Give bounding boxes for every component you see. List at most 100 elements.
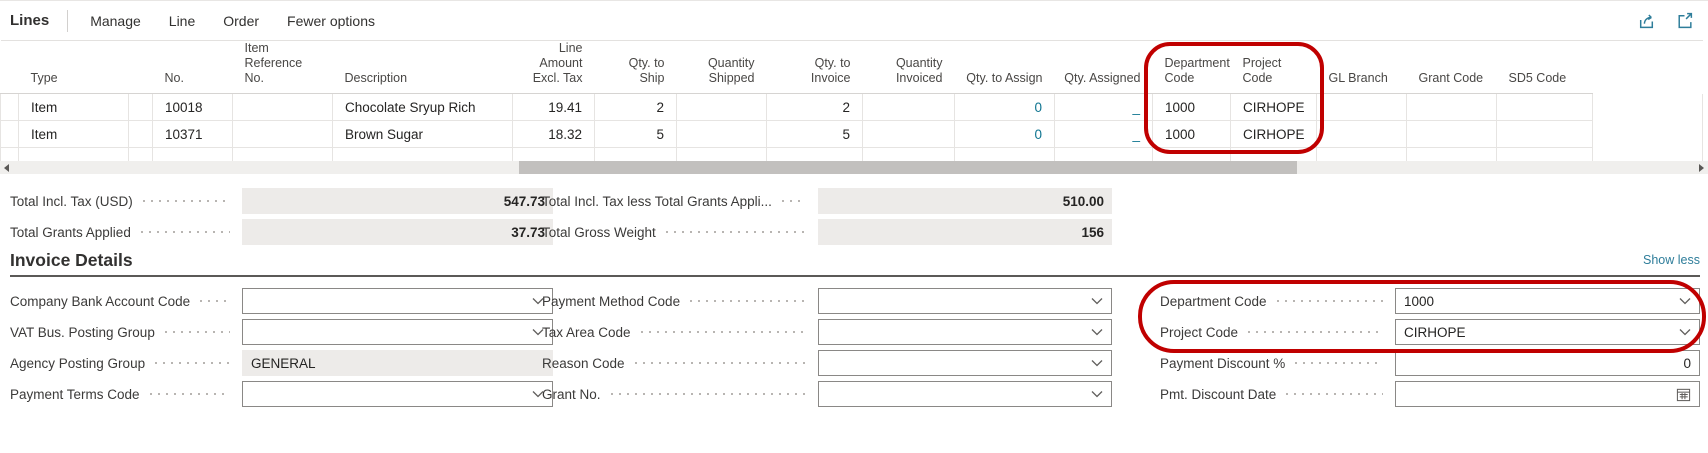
cell-filler bbox=[1592, 93, 1703, 121]
menu-order[interactable]: Order bbox=[223, 13, 259, 29]
cell-description[interactable]: Chocolate Sryup Rich bbox=[332, 93, 513, 121]
cell-quantity-shipped[interactable] bbox=[676, 93, 767, 121]
dotted-leader bbox=[1286, 393, 1383, 395]
row-selector-cell[interactable] bbox=[0, 93, 19, 121]
project-code-input[interactable]: CIRHOPE bbox=[1395, 319, 1700, 345]
cell-grant-code[interactable] bbox=[1406, 120, 1497, 148]
chevron-down-icon bbox=[1091, 359, 1103, 367]
cell-gl-branch[interactable] bbox=[1316, 93, 1407, 121]
table-header-row: Type No. Item Reference No. Description … bbox=[0, 40, 1703, 94]
menu-fewer-options[interactable]: Fewer options bbox=[287, 13, 375, 29]
field-reason-code: Reason Code bbox=[542, 350, 1112, 376]
col-item-reference-no[interactable]: Item Reference No. bbox=[232, 40, 333, 94]
total-grants-applied-row: Total Grants Applied 37.73 bbox=[10, 219, 553, 245]
cell-item-reference-no[interactable] bbox=[232, 93, 333, 121]
menu-manage[interactable]: Manage bbox=[90, 13, 141, 29]
cell-grant-code[interactable] bbox=[1406, 93, 1497, 121]
col-quantity-invoiced[interactable]: Quantity Invoiced bbox=[862, 40, 955, 94]
field-label: Department Code bbox=[1160, 293, 1267, 309]
cell-expand[interactable] bbox=[128, 120, 153, 148]
field-department-code: Department Code 1000 bbox=[1160, 288, 1700, 314]
row-selector-cell[interactable] bbox=[0, 120, 19, 148]
col-sd5-code[interactable]: SD5 Code bbox=[1496, 40, 1593, 94]
col-expand bbox=[128, 40, 153, 94]
cell-no[interactable]: 10371 bbox=[152, 120, 233, 148]
total-incl-tax-less-grants-label: Total Incl. Tax less Total Grants Appli.… bbox=[542, 193, 772, 209]
cell-quantity-invoiced[interactable] bbox=[862, 120, 955, 148]
col-filler bbox=[1592, 40, 1703, 94]
vat-bus-posting-group-input[interactable] bbox=[242, 319, 553, 345]
payment-method-code-input[interactable] bbox=[818, 288, 1112, 314]
department-code-input[interactable]: 1000 bbox=[1395, 288, 1700, 314]
share-icon[interactable] bbox=[1636, 11, 1656, 31]
pmt-discount-date-input[interactable] bbox=[1395, 381, 1700, 407]
company-bank-account-code-input[interactable] bbox=[242, 288, 553, 314]
popout-icon[interactable] bbox=[1674, 11, 1694, 31]
col-qty-assigned[interactable]: Qty. Assigned bbox=[1054, 40, 1153, 94]
cell-sd5-code[interactable] bbox=[1496, 120, 1593, 148]
tax-area-code-input[interactable] bbox=[818, 319, 1112, 345]
col-quantity-shipped[interactable]: Quantity Shipped bbox=[676, 40, 767, 94]
total-incl-tax-value: 547.73 bbox=[242, 188, 553, 214]
col-qty-to-assign[interactable]: Qty. to Assign bbox=[954, 40, 1055, 94]
field-company-bank-account-code: Company Bank Account Code bbox=[10, 288, 553, 314]
total-incl-tax-label: Total Incl. Tax (USD) bbox=[10, 193, 133, 209]
payment-discount-pct-input[interactable]: 0 bbox=[1395, 350, 1700, 376]
cell-no[interactable]: 10018 bbox=[152, 93, 233, 121]
cell-qty-assigned[interactable]: _ bbox=[1054, 120, 1153, 148]
col-department-code[interactable]: Department Code bbox=[1152, 40, 1231, 94]
scroll-right-arrow-icon[interactable] bbox=[1699, 163, 1704, 172]
field-label: Tax Area Code bbox=[542, 324, 631, 340]
cell-qty-to-invoice[interactable]: 5 bbox=[766, 120, 863, 148]
total-incl-tax-row: Total Incl. Tax (USD) 547.73 bbox=[10, 188, 553, 214]
cell-description[interactable]: Brown Sugar bbox=[332, 120, 513, 148]
col-qty-to-invoice[interactable]: Qty. to Invoice bbox=[766, 40, 863, 94]
cell-quantity-invoiced[interactable] bbox=[862, 93, 955, 121]
dotted-leader bbox=[634, 362, 806, 364]
dotted-leader bbox=[640, 331, 806, 333]
dotted-leader bbox=[164, 331, 230, 333]
col-no[interactable]: No. bbox=[152, 40, 233, 94]
cell-qty-to-ship[interactable]: 5 bbox=[594, 120, 677, 148]
cell-qty-to-assign[interactable]: 0 bbox=[954, 120, 1055, 148]
field-pmt-discount-date: Pmt. Discount Date bbox=[1160, 381, 1700, 407]
col-gl-branch[interactable]: GL Branch bbox=[1316, 40, 1407, 94]
col-project-code[interactable]: Project Code bbox=[1230, 40, 1317, 94]
cell-item-reference-no[interactable] bbox=[232, 120, 333, 148]
col-grant-code[interactable]: Grant Code bbox=[1406, 40, 1497, 94]
lines-part-title: Lines bbox=[10, 12, 50, 29]
calendar-icon[interactable] bbox=[1676, 387, 1691, 402]
col-description[interactable]: Description bbox=[332, 40, 513, 94]
scrollbar-thumb[interactable] bbox=[519, 161, 1297, 174]
payment-terms-code-input[interactable] bbox=[242, 381, 553, 407]
menu-line[interactable]: Line bbox=[169, 13, 195, 29]
grant-no-input[interactable] bbox=[818, 381, 1112, 407]
cell-line-amount[interactable]: 19.41 bbox=[512, 93, 595, 121]
cell-qty-to-invoice[interactable]: 2 bbox=[766, 93, 863, 121]
cell-project-code[interactable]: CIRHOPE bbox=[1230, 120, 1317, 148]
cell-department-code[interactable]: 1000 bbox=[1152, 93, 1231, 121]
show-less-link[interactable]: Show less bbox=[1643, 253, 1700, 267]
cell-expand[interactable] bbox=[128, 93, 153, 121]
total-gross-weight-label: Total Gross Weight bbox=[542, 224, 656, 240]
scroll-left-arrow-icon[interactable] bbox=[4, 163, 9, 172]
field-value: GENERAL bbox=[251, 355, 316, 371]
table-horizontal-scrollbar[interactable] bbox=[0, 161, 1708, 174]
cell-qty-to-assign[interactable]: 0 bbox=[954, 93, 1055, 121]
col-type[interactable]: Type bbox=[18, 40, 129, 94]
col-qty-to-ship[interactable]: Qty. to Ship bbox=[594, 40, 677, 94]
cell-gl-branch[interactable] bbox=[1316, 120, 1407, 148]
cell-line-amount[interactable]: 18.32 bbox=[512, 120, 595, 148]
cell-qty-assigned[interactable]: _ bbox=[1054, 93, 1153, 121]
cell-quantity-shipped[interactable] bbox=[676, 120, 767, 148]
col-line-amount-excl-tax[interactable]: Line Amount Excl. Tax bbox=[512, 40, 595, 94]
cell-type[interactable]: Item bbox=[18, 93, 129, 121]
cell-type[interactable]: Item bbox=[18, 120, 129, 148]
cell-sd5-code[interactable] bbox=[1496, 93, 1593, 121]
field-tax-area-code: Tax Area Code bbox=[542, 319, 1112, 345]
cell-qty-to-ship[interactable]: 2 bbox=[594, 93, 677, 121]
cell-project-code[interactable]: CIRHOPE bbox=[1230, 93, 1317, 121]
total-incl-tax-less-grants-value: 510.00 bbox=[818, 188, 1112, 214]
cell-department-code[interactable]: 1000 bbox=[1152, 120, 1231, 148]
reason-code-input[interactable] bbox=[818, 350, 1112, 376]
